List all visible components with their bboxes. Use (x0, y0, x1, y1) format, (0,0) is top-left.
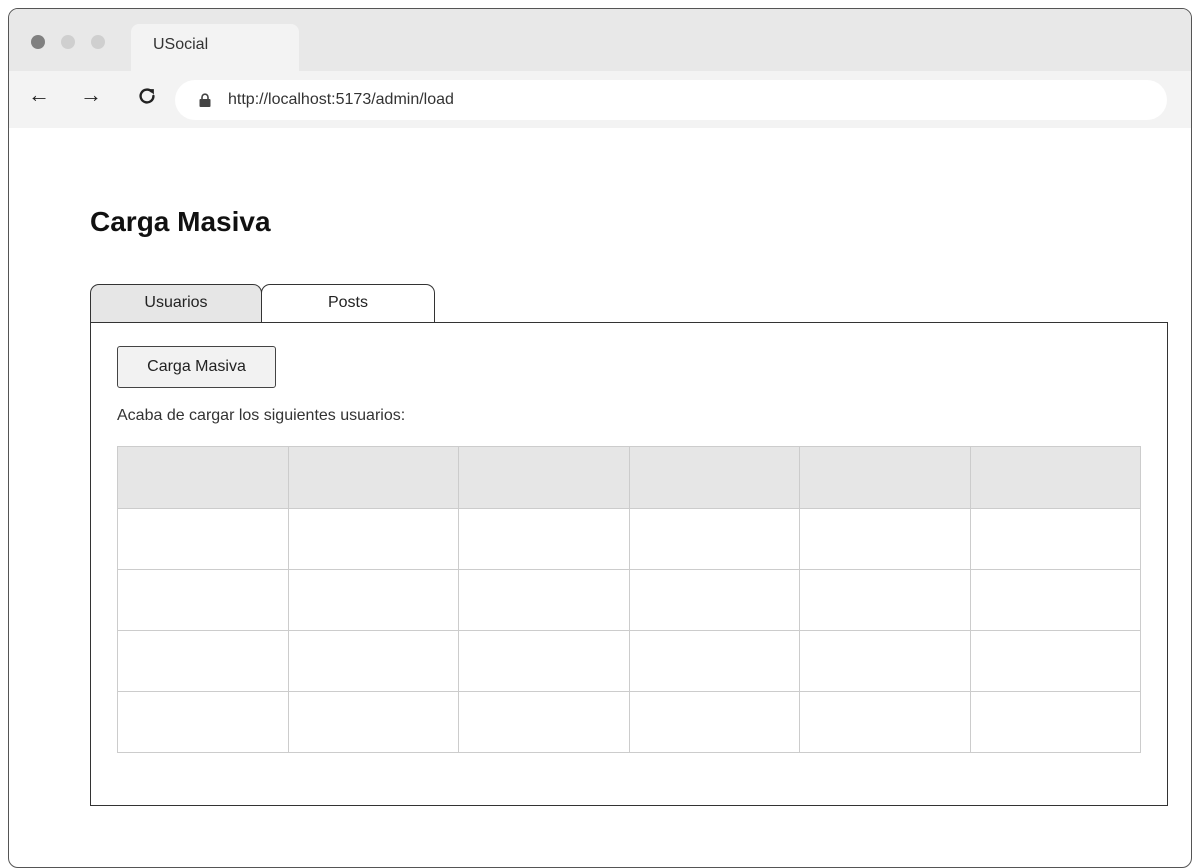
table-cell (799, 691, 971, 753)
url-text: http://localhost:5173/admin/load (228, 91, 454, 108)
table-cell (117, 630, 289, 692)
tab-posts[interactable]: Posts (261, 284, 435, 322)
loaded-users-table (117, 446, 1141, 753)
table-cell (117, 691, 289, 753)
window-minimize-dot[interactable] (61, 35, 75, 49)
browser-toolbar: ← → http://localhost:5173/admin/load (9, 71, 1191, 128)
table-header-cell (458, 446, 630, 509)
tab-usuarios[interactable]: Usuarios (90, 284, 262, 322)
table-cell (287, 691, 459, 753)
table-cell (117, 569, 289, 631)
table-row (117, 691, 1141, 753)
tab-panel: Carga Masiva Acaba de cargar los siguien… (90, 322, 1168, 806)
table-row (117, 630, 1141, 692)
table-header-cell (799, 446, 971, 509)
table-row (117, 569, 1141, 631)
table-header-cell (628, 446, 800, 509)
browser-tab-strip: USocial (9, 9, 1191, 72)
page-content: Carga Masiva Usuarios Posts Carga Masiva… (9, 128, 1191, 867)
table-cell (628, 630, 800, 692)
table-cell (969, 569, 1141, 631)
lock-icon (199, 93, 211, 107)
table-cell (458, 691, 630, 753)
table-cell (628, 691, 800, 753)
table-header-cell (969, 446, 1141, 509)
reload-icon[interactable] (135, 81, 159, 109)
table-cell (287, 569, 459, 631)
table-header-cell (117, 446, 289, 509)
loaded-users-message: Acaba de cargar los siguientes usuarios: (117, 407, 406, 424)
table-cell (799, 630, 971, 692)
page-title: Carga Masiva (90, 206, 271, 237)
browser-tab-title: USocial (153, 36, 209, 53)
table-cell (287, 508, 459, 570)
table-cell (287, 630, 459, 692)
table-cell (458, 569, 630, 631)
browser-window: USocial ← → http://localhost:5173/admin/… (8, 8, 1192, 868)
table-cell (458, 508, 630, 570)
table-cell (117, 508, 289, 570)
table-cell (799, 508, 971, 570)
table-cell (969, 508, 1141, 570)
back-arrow-icon[interactable]: ← (27, 81, 51, 109)
table-cell (969, 630, 1141, 692)
table-cell (628, 569, 800, 631)
table-cell (458, 630, 630, 692)
table-cell (969, 691, 1141, 753)
address-bar[interactable]: http://localhost:5173/admin/load (175, 80, 1167, 120)
window-maximize-dot[interactable] (91, 35, 105, 49)
table-cell (628, 508, 800, 570)
table-header-row (117, 446, 1141, 509)
window-close-dot[interactable] (31, 35, 45, 49)
bulk-load-button[interactable]: Carga Masiva (117, 346, 276, 388)
forward-arrow-icon[interactable]: → (79, 81, 103, 109)
table-cell (799, 569, 971, 631)
table-header-cell (287, 446, 459, 509)
table-row (117, 508, 1141, 570)
tab-bar: Usuarios Posts (90, 284, 490, 323)
browser-tab[interactable]: USocial (131, 24, 299, 72)
